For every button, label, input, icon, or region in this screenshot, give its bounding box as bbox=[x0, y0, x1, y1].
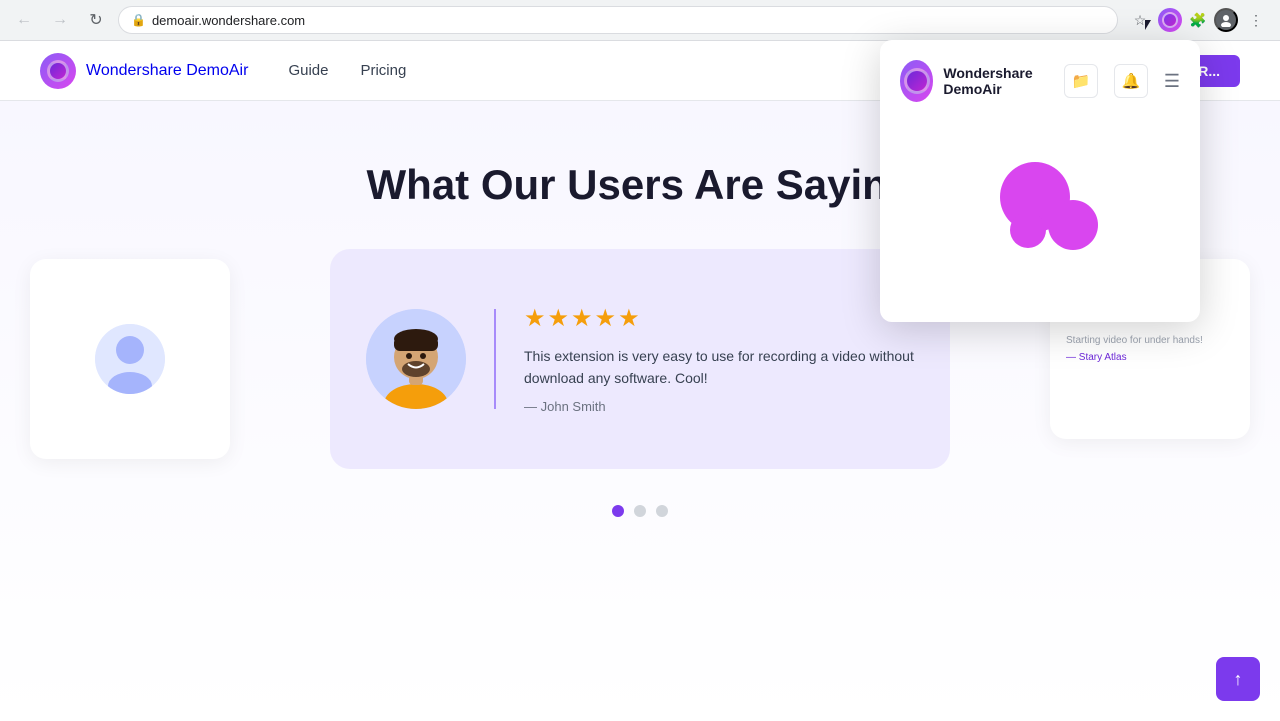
dot-1[interactable] bbox=[612, 505, 624, 517]
testimonial-text: This extension is very easy to use for r… bbox=[524, 345, 914, 390]
logo-text: Wondershare DemoAir bbox=[86, 62, 248, 80]
browser-chrome: ← → ↻ 🔒 demoair.wondershare.com ☆ 🧩 ⋮ bbox=[0, 0, 1280, 41]
url-text: demoair.wondershare.com bbox=[152, 13, 305, 28]
bg-right-attr: — Stary Atlas bbox=[1066, 352, 1127, 363]
scroll-top-button[interactable]: ↑ bbox=[1216, 657, 1260, 701]
dot-2[interactable] bbox=[634, 505, 646, 517]
extensions-button[interactable]: 🧩 bbox=[1186, 8, 1210, 32]
bookmark-button[interactable]: ☆ bbox=[1126, 6, 1154, 34]
testimonial-content: ★★★★★ This extension is very easy to use… bbox=[524, 304, 914, 415]
site-logo[interactable]: Wondershare DemoAir bbox=[40, 53, 248, 89]
testimonial-avatar bbox=[366, 309, 466, 409]
ext-popup-actions: 📁 🔔 ☰ bbox=[1064, 64, 1180, 98]
bubble-medium bbox=[1048, 200, 1098, 250]
ext-folder-button[interactable]: 📁 bbox=[1064, 64, 1098, 98]
folder-icon: 📁 bbox=[1072, 72, 1091, 90]
ext-popup-logo: Wondershare DemoAir bbox=[900, 60, 1064, 102]
lock-icon: 🔒 bbox=[131, 13, 146, 27]
refresh-button[interactable]: ↻ bbox=[82, 6, 110, 34]
back-button[interactable]: ← bbox=[10, 6, 38, 34]
testimonial-card-bg-left bbox=[30, 259, 230, 459]
nav-links: Guide Pricing bbox=[288, 62, 952, 79]
testimonial-card-main: ★★★★★ This extension is very easy to use… bbox=[330, 249, 950, 469]
forward-button[interactable]: → bbox=[46, 6, 74, 34]
testimonial-divider bbox=[494, 309, 496, 409]
bell-icon: 🔔 bbox=[1122, 72, 1141, 90]
carousel-dots bbox=[0, 505, 1280, 537]
scroll-top-icon: ↑ bbox=[1234, 669, 1243, 690]
ext-menu-button[interactable]: ☰ bbox=[1164, 71, 1180, 92]
bg-right-text: Starting video for under hands! bbox=[1066, 335, 1203, 346]
ext-popup-title: Wondershare DemoAir bbox=[943, 65, 1063, 97]
testimonial-stars: ★★★★★ bbox=[524, 304, 914, 333]
address-bar[interactable]: 🔒 demoair.wondershare.com bbox=[118, 6, 1118, 34]
bubble-small bbox=[1010, 212, 1046, 248]
nav-link-pricing[interactable]: Pricing bbox=[360, 62, 406, 79]
dot-3[interactable] bbox=[656, 505, 668, 517]
ext-bell-button[interactable]: 🔔 bbox=[1114, 64, 1148, 98]
extension-popup: Wondershare DemoAir 📁 🔔 ☰ bbox=[880, 40, 1200, 322]
bg-avatar-left bbox=[95, 324, 165, 394]
ext-popup-bubbles bbox=[900, 122, 1180, 302]
ext-menu-icon: ☰ bbox=[1164, 71, 1180, 91]
nav-link-guide[interactable]: Guide bbox=[288, 62, 328, 79]
testimonial-author: — John Smith bbox=[524, 399, 914, 414]
chrome-menu-button[interactable]: ⋮ bbox=[1242, 6, 1270, 34]
profile-button[interactable] bbox=[1214, 8, 1238, 32]
ext-popup-logo-icon bbox=[900, 60, 933, 102]
extension-icon[interactable] bbox=[1158, 8, 1182, 32]
ext-popup-header: Wondershare DemoAir 📁 🔔 ☰ bbox=[900, 60, 1180, 102]
